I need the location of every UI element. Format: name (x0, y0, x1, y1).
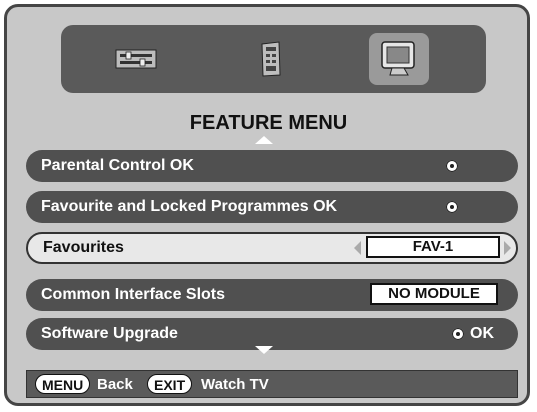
tab-tv-features[interactable] (369, 33, 429, 85)
menu-item-label: Parental Control OK (41, 157, 194, 174)
favourites-value: FAV-1 (366, 236, 500, 258)
menu-item-label: Favourites (43, 239, 124, 256)
menu-tab-bar (61, 25, 486, 93)
arrow-left-icon[interactable] (354, 241, 361, 255)
ci-slot-status: NO MODULE (370, 283, 498, 305)
scroll-down-arrow-icon[interactable] (255, 346, 273, 354)
menu-item-common-interface[interactable]: Common Interface Slots NO MODULE (26, 279, 518, 311)
tab-remote[interactable] (241, 33, 301, 85)
menu-item-favourite-locked[interactable]: Favourite and Locked Programmes OK (26, 191, 518, 223)
menu-item-label: Favourite and Locked Programmes OK (41, 198, 338, 215)
menu-key-button[interactable]: MENU (35, 374, 91, 394)
enter-dot-icon (446, 201, 458, 213)
scroll-up-arrow-icon[interactable] (255, 136, 273, 144)
settings-sliders-icon (115, 49, 157, 69)
menu-item-parental-control[interactable]: Parental Control OK (26, 150, 518, 182)
enter-dot-icon (446, 160, 458, 172)
tv-screen-icon (381, 41, 415, 76)
back-label: Back (97, 376, 133, 393)
remote-control-icon (261, 41, 281, 77)
tab-settings[interactable] (106, 33, 166, 85)
enter-dot-icon (452, 328, 464, 340)
exit-key-button[interactable]: EXIT (147, 374, 193, 394)
menu-item-label: Software Upgrade (41, 325, 178, 342)
footer-help-bar: MENU Back EXIT Watch TV (26, 370, 518, 398)
menu-item-favourites[interactable]: Favourites FAV-1 (26, 232, 518, 264)
menu-title: FEATURE MENU (189, 112, 348, 134)
menu-item-label: Common Interface Slots (41, 286, 226, 303)
watch-tv-label: Watch TV (201, 376, 269, 393)
arrow-right-icon[interactable] (504, 241, 511, 255)
ok-label: OK (470, 325, 494, 342)
